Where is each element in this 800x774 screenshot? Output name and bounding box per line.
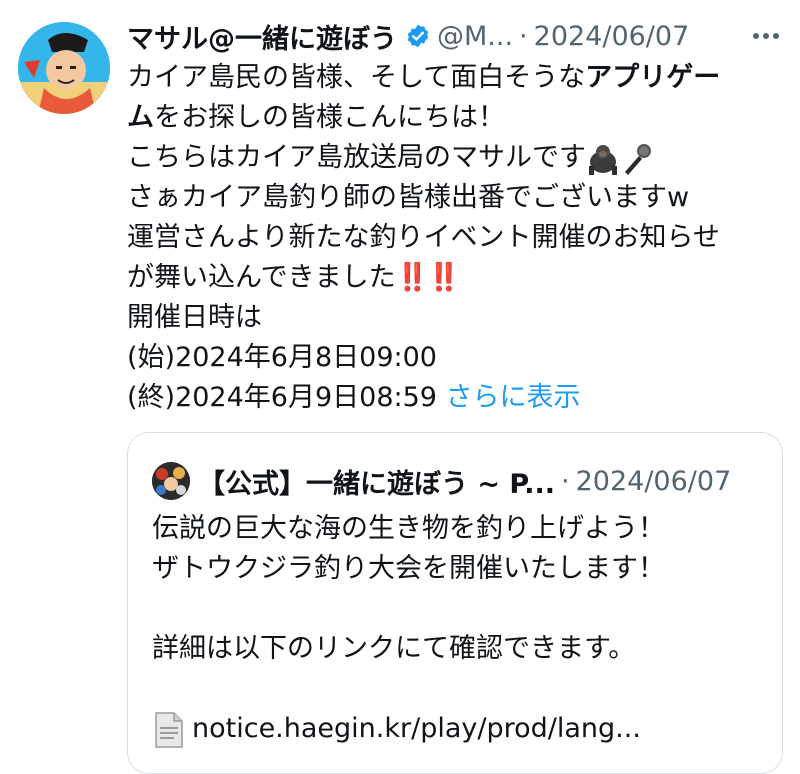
- quoted-line: 伝説の巨大な海の生き物を釣り上げよう！: [152, 513, 665, 544]
- author-handle[interactable]: @M...: [437, 21, 513, 52]
- tweet-line: (始)2024年6月8日09:00: [127, 342, 437, 373]
- tweet-text: カイア島民の皆様、そして面白そうなアプリゲー ムをお探しの皆様こんにちは！ こち…: [127, 58, 787, 418]
- quoted-author-avatar[interactable]: [152, 462, 190, 500]
- verified-badge-icon: [405, 23, 431, 49]
- text: が舞い込んできました: [127, 262, 396, 293]
- text: こちらはカイア島放送局のマサルです: [127, 142, 586, 173]
- text: (終)2024年6月9日08:59: [127, 382, 437, 413]
- tweet-line: さぁカイア島釣り師の皆様出番でございますw: [127, 182, 690, 213]
- quoted-tweet-date[interactable]: 2024/06/07: [576, 466, 732, 497]
- more-options-icon[interactable]: [748, 24, 784, 48]
- quoted-tweet-card[interactable]: 【公式】一緒に遊ぼう ~ P... · 2024/06/07 伝説の巨大な海の生…: [127, 432, 783, 774]
- avatar-image: [18, 22, 110, 114]
- tweet-header: マサル@一緒に遊ぼう @M... · 2024/06/07: [127, 14, 787, 58]
- tweet-line: (終)2024年6月9日08:59 さらに表示: [127, 378, 787, 418]
- author-avatar[interactable]: [18, 22, 110, 114]
- separator-dot: ·: [561, 465, 570, 497]
- quoted-link-line[interactable]: notice.haegin.kr/play/prod/lang...: [152, 709, 772, 749]
- notice-link[interactable]: notice.haegin.kr/play/prod/lang...: [192, 713, 641, 744]
- text: カイア島民の皆様、そして面白そうな: [127, 62, 586, 93]
- bold-text: ム: [127, 102, 154, 133]
- author-name[interactable]: マサル@一緒に遊ぼう: [127, 17, 397, 56]
- microphone-emoji-icon: [620, 142, 654, 176]
- tweet-line: カイア島民の皆様、そして面白そうなアプリゲー: [127, 58, 787, 98]
- quoted-line: 詳細は以下のリンクにて確認できます。: [152, 633, 636, 664]
- gorilla-emoji-icon: [586, 142, 620, 176]
- show-more-link[interactable]: さらに表示: [446, 382, 581, 413]
- tweet-date[interactable]: 2024/06/07: [534, 21, 690, 52]
- quoted-author-name[interactable]: 【公式】一緒に遊ぼう ~ P...: [198, 462, 555, 501]
- quoted-line: ザトウクジラ釣り大会を開催いたします！: [152, 553, 665, 584]
- document-icon: [152, 711, 186, 749]
- tweet-line: ムをお探しの皆様こんにちは！: [127, 98, 787, 138]
- double-exclamation-emoji: ‼️‼️: [395, 262, 461, 293]
- tweet-line: 開催日時は: [127, 302, 262, 333]
- tweet-line: こちらはカイア島放送局のマサルです: [127, 138, 787, 178]
- bold-text: アプリゲー: [585, 62, 721, 93]
- tweet-line: が舞い込んできました‼️‼️: [127, 258, 787, 298]
- tweet-line: 運営さんより新たな釣りイベント開催のお知らせ: [127, 222, 720, 253]
- quoted-tweet-text: 伝説の巨大な海の生き物を釣り上げよう！ ザトウクジラ釣り大会を開催いたします！ …: [152, 509, 772, 749]
- separator-dot: ·: [519, 20, 528, 52]
- text: をお探しの皆様こんにちは！: [154, 102, 505, 133]
- quoted-tweet-header: 【公式】一緒に遊ぼう ~ P... · 2024/06/07: [152, 461, 731, 501]
